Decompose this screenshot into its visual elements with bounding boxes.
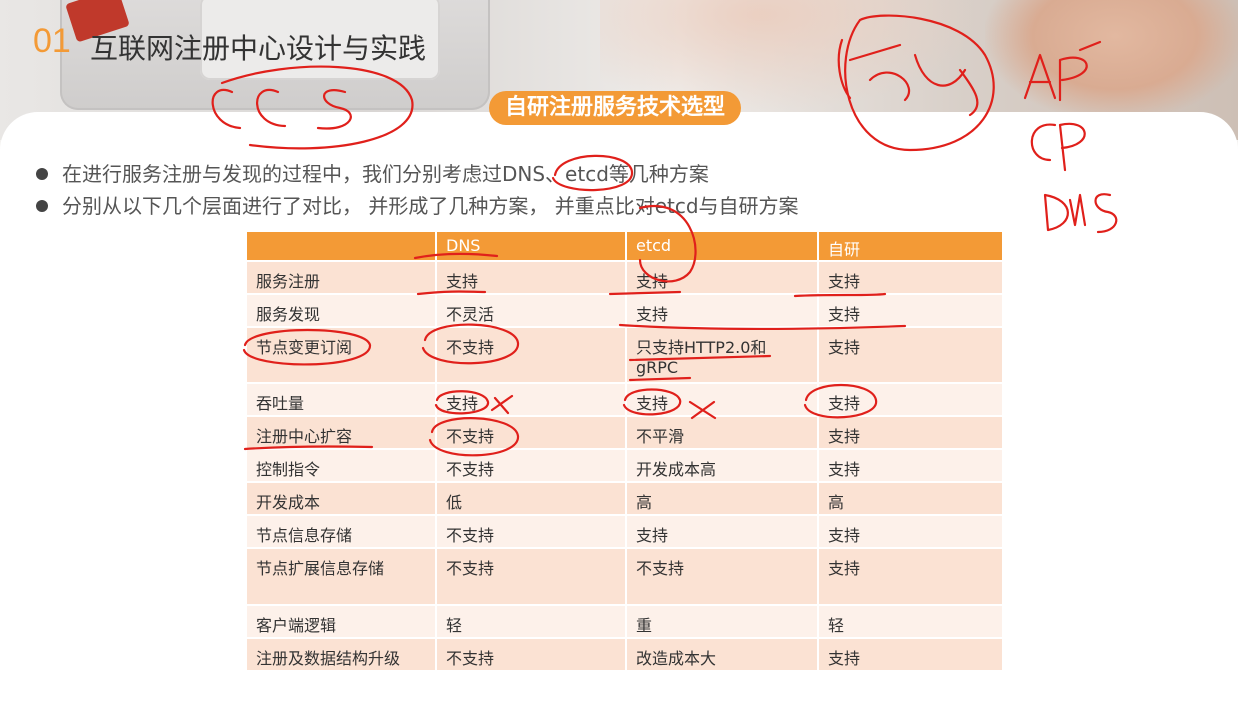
table-cell: 开发成本高: [625, 449, 818, 483]
table-row: 开发成本 低 高 高: [245, 482, 1002, 516]
table-cell: 节点变更订阅: [245, 327, 436, 384]
table-cell: 服务注册: [245, 261, 436, 295]
table-cell: 支持: [817, 416, 1002, 450]
table-cell: 支持: [625, 294, 818, 328]
table-cell: 客户端逻辑: [245, 605, 436, 639]
table-cell: 高: [625, 482, 818, 516]
table-cell: 支持: [817, 383, 1002, 417]
table-cell: 支持: [625, 261, 818, 295]
table-cell: 高: [817, 482, 1002, 516]
table-cell: 低: [435, 482, 626, 516]
table-row: 节点扩展信息存储 不支持 不支持 支持: [245, 548, 1002, 606]
table-cell: 重: [625, 605, 818, 639]
table-cell: 不平滑: [625, 416, 818, 450]
table-cell: 支持: [817, 327, 1002, 384]
table-row: 注册中心扩容 不支持 不平滑 支持: [245, 416, 1002, 450]
table-cell: 注册及数据结构升级: [245, 638, 436, 672]
table-cell: 支持: [625, 515, 818, 549]
table-cell: 支持: [817, 449, 1002, 483]
section-badge: 自研注册服务技术选型: [489, 91, 742, 125]
table-header-cell: 自研: [817, 232, 1002, 262]
table-cell: 支持: [435, 383, 626, 417]
table-cell: 不支持: [435, 548, 626, 606]
table-header-cell: [245, 232, 436, 262]
table-cell: 注册中心扩容: [245, 416, 436, 450]
comparison-table: DNS etcd 自研 服务注册 支持 支持 支持 服务发现 不灵活 支持 支持…: [245, 232, 1002, 672]
bullet-item: 在进行服务注册与发现的过程中，我们分别考虑过DNS、etcd等几种方案: [34, 158, 799, 190]
bullet-list: 在进行服务注册与发现的过程中，我们分别考虑过DNS、etcd等几种方案 分别从以…: [34, 158, 799, 222]
table-cell: 不灵活: [435, 294, 626, 328]
table-cell: 支持: [817, 548, 1002, 606]
slide-title: 互联网注册中心设计与实践: [90, 32, 427, 65]
table-header-row: DNS etcd 自研: [245, 232, 1002, 262]
table-row: 服务发现 不灵活 支持 支持: [245, 294, 1002, 328]
table-cell: 吞吐量: [245, 383, 436, 417]
table-cell: 轻: [435, 605, 626, 639]
table-cell: 开发成本: [245, 482, 436, 516]
bullet-item: 分别从以下几个层面进行了对比， 并形成了几种方案， 并重点比对etcd与自研方案: [34, 190, 799, 222]
table-header-cell: DNS: [435, 232, 626, 262]
table-cell: 支持: [435, 261, 626, 295]
table-cell: 不支持: [435, 515, 626, 549]
table-row: 节点变更订阅 不支持 只支持HTTP2.0和gRPC 支持: [245, 327, 1002, 384]
table-row: 客户端逻辑 轻 重 轻: [245, 605, 1002, 639]
table-row: 注册及数据结构升级 不支持 改造成本大 支持: [245, 638, 1002, 672]
table-cell: 支持: [817, 294, 1002, 328]
table-cell: 支持: [817, 638, 1002, 672]
table-cell: 支持: [625, 383, 818, 417]
table-cell: 不支持: [625, 548, 818, 606]
table-cell: 不支持: [435, 416, 626, 450]
table-cell: 节点信息存储: [245, 515, 436, 549]
table-cell: 不支持: [435, 638, 626, 672]
table-cell: 节点扩展信息存储: [245, 548, 436, 606]
table-cell: 不支持: [435, 327, 626, 384]
table-cell: 轻: [817, 605, 1002, 639]
bullet-dot-icon: [36, 168, 48, 180]
table-row: 服务注册 支持 支持 支持: [245, 261, 1002, 295]
table-row: 控制指令 不支持 开发成本高 支持: [245, 449, 1002, 483]
bullet-text: 在进行服务注册与发现的过程中，我们分别考虑过DNS、etcd等几种方案: [62, 162, 709, 186]
bullet-text: 分别从以下几个层面进行了对比， 并形成了几种方案， 并重点比对etcd与自研方案: [62, 194, 799, 218]
background-hand: [985, 0, 1238, 120]
table-header-cell: etcd: [625, 232, 818, 262]
table-cell: 只支持HTTP2.0和gRPC: [625, 327, 818, 384]
bullet-dot-icon: [36, 200, 48, 212]
table-cell: 改造成本大: [625, 638, 818, 672]
table-cell: 不支持: [435, 449, 626, 483]
table-row: 节点信息存储 不支持 支持 支持: [245, 515, 1002, 549]
table-cell: 支持: [817, 261, 1002, 295]
table-cell: 控制指令: [245, 449, 436, 483]
slide-number: 01: [33, 22, 71, 60]
table-cell: 服务发现: [245, 294, 436, 328]
table-cell: 支持: [817, 515, 1002, 549]
table-row: 吞吐量 支持 支持 支持: [245, 383, 1002, 417]
